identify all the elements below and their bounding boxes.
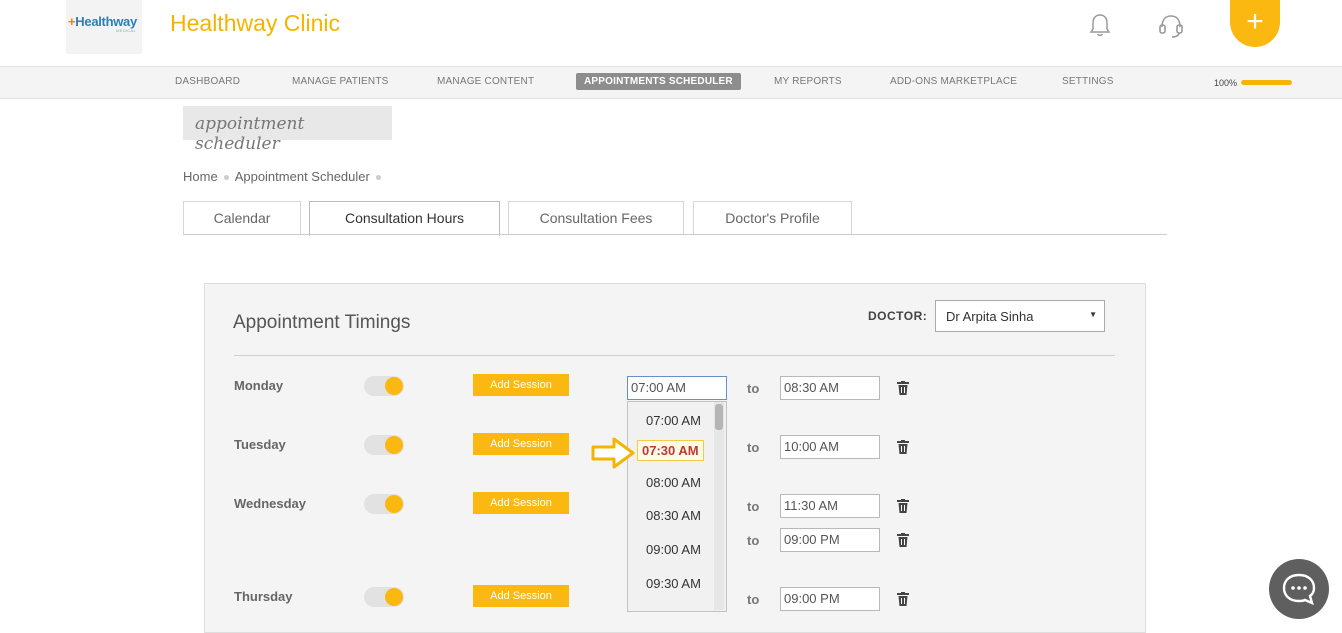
tab-doctors-profile[interactable]: Doctor's Profile (693, 201, 852, 235)
add-session-button-monday[interactable]: Add Session (473, 374, 569, 396)
main-nav: DASHBOARD MANAGE PATIENTS MANAGE CONTENT… (0, 66, 1342, 99)
nav-addons-marketplace[interactable]: ADD-ONS MARKETPLACE (890, 76, 1017, 87)
time-option[interactable]: 09:00 AM (646, 542, 701, 557)
toggle-monday[interactable] (364, 376, 404, 396)
chat-button[interactable] (1269, 559, 1329, 619)
to-label: to (747, 440, 760, 455)
day-label-thursday: Thursday (234, 589, 293, 604)
breadcrumb: Home Appointment Scheduler (183, 169, 387, 184)
tab-calendar[interactable]: Calendar (183, 201, 301, 235)
to-label: to (747, 499, 760, 514)
time-to-wednesday-2[interactable]: 09:00 PM (780, 528, 880, 552)
bell-icon[interactable] (1088, 13, 1112, 39)
arrow-right-icon (591, 437, 635, 469)
time-to-tuesday[interactable]: 10:00 AM (780, 435, 880, 459)
time-to-monday[interactable]: 08:30 AM (780, 376, 880, 400)
time-to-wednesday-1[interactable]: 11:30 AM (780, 494, 880, 518)
nav-dashboard[interactable]: DASHBOARD (175, 76, 240, 87)
trash-icon[interactable] (897, 381, 909, 395)
breadcrumb-appointment-scheduler[interactable]: Appointment Scheduler (235, 169, 370, 184)
toggle-wednesday[interactable] (364, 494, 404, 514)
toggle-knob (385, 495, 403, 513)
toggle-tuesday[interactable] (364, 435, 404, 455)
progress-fill (1241, 80, 1292, 85)
panel-divider (234, 355, 1115, 356)
section-tag-label: appointment scheduler (195, 114, 305, 154)
tab-underline (183, 234, 1167, 235)
progress-label: 100% (1214, 78, 1238, 88)
nav-appointments-scheduler[interactable]: APPOINTMENTS SCHEDULER (576, 73, 741, 90)
add-button[interactable]: + (1230, 0, 1280, 47)
time-option[interactable]: 08:00 AM (646, 475, 701, 490)
breadcrumb-separator (375, 175, 381, 181)
headset-icon[interactable] (1157, 12, 1185, 40)
breadcrumb-separator (223, 175, 229, 181)
day-label-wednesday: Wednesday (234, 496, 307, 511)
day-label-monday: Monday (234, 378, 284, 393)
doctor-label: DOCTOR: (868, 309, 928, 323)
logo-subtext: MEDICAL (116, 28, 136, 33)
time-dropdown: 07:00 AM 07:30 AM 08:00 AM 08:30 AM 09:0… (627, 401, 727, 612)
tab-consultation-fees[interactable]: Consultation Fees (508, 201, 684, 235)
day-label-tuesday: Tuesday (234, 437, 286, 452)
chevron-down-icon: ▼ (1089, 310, 1097, 319)
trash-icon[interactable] (897, 499, 909, 513)
nav-my-reports[interactable]: MY REPORTS (774, 76, 842, 87)
time-option[interactable]: 07:00 AM (646, 413, 701, 428)
tab-consultation-hours[interactable]: Consultation Hours (309, 201, 500, 236)
trash-icon[interactable] (897, 440, 909, 454)
toggle-knob (385, 377, 403, 395)
trash-icon[interactable] (897, 592, 909, 606)
clinic-name: Healthway Clinic (170, 10, 341, 36)
dropdown-scroll-thumb[interactable] (715, 404, 723, 430)
time-option[interactable]: 09:30 AM (646, 576, 701, 591)
doctor-select[interactable]: Dr Arpita Sinha ▼ (935, 300, 1105, 332)
trash-icon[interactable] (897, 533, 909, 547)
nav-manage-content[interactable]: MANAGE CONTENT (437, 76, 534, 87)
time-option[interactable]: 08:30 AM (646, 508, 701, 523)
to-label: to (747, 533, 760, 548)
progress-bar (1241, 80, 1292, 85)
logo-text: +Healthway (68, 14, 137, 29)
add-session-button-wednesday[interactable]: Add Session (473, 492, 569, 514)
nav-manage-patients[interactable]: MANAGE PATIENTS (292, 76, 389, 87)
to-label: to (747, 592, 760, 607)
toggle-knob (385, 436, 403, 454)
time-to-thursday[interactable]: 09:00 PM (780, 587, 880, 611)
chat-icon (1282, 573, 1316, 606)
nav-settings[interactable]: SETTINGS (1062, 76, 1114, 87)
add-session-button-tuesday[interactable]: Add Session (473, 433, 569, 455)
panel-title: Appointment Timings (233, 312, 411, 333)
toggle-thursday[interactable] (364, 587, 404, 607)
dropdown-scrollbar[interactable] (714, 402, 724, 610)
time-from-monday[interactable]: 07:00 AM (627, 376, 727, 400)
time-option-highlighted[interactable]: 07:30 AM (637, 440, 704, 461)
add-session-button-thursday[interactable]: Add Session (473, 585, 569, 607)
breadcrumb-home[interactable]: Home (183, 169, 218, 184)
doctor-select-value: Dr Arpita Sinha (946, 309, 1034, 324)
toggle-knob (385, 588, 403, 606)
to-label: to (747, 381, 760, 396)
section-tag: appointment scheduler (183, 106, 392, 154)
clinic-logo[interactable]: +Healthway MEDICAL (66, 0, 142, 54)
